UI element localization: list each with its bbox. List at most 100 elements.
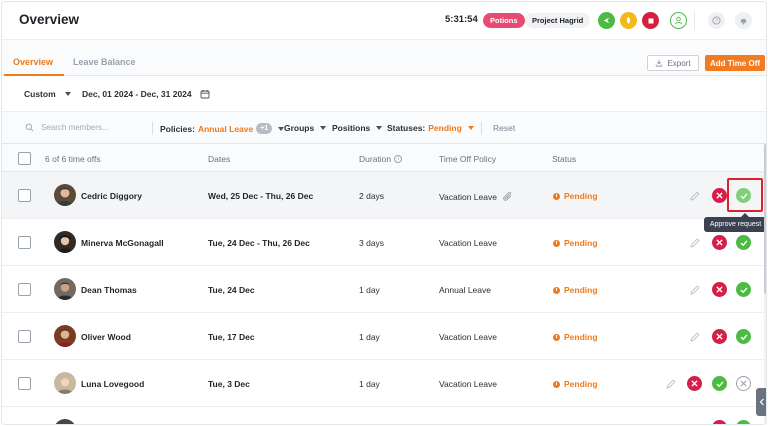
chevron-down-icon [320,126,327,130]
table-row[interactable]: Cedric Diggory Wed, 25 Dec - Thu, 26 Dec… [2,172,766,219]
filter-bar: Search members... Policies: Annual Leave… [2,111,766,143]
member-name[interactable]: Oliver Wood [81,332,131,342]
member-name[interactable]: Luna Lovegood [81,379,144,389]
approve-icon[interactable] [736,235,751,250]
pencil-icon[interactable] [687,188,702,203]
policies-filter[interactable]: Policies: Annual Leave +1 [160,123,285,134]
member-name[interactable]: Dean Thomas [81,285,137,295]
search-placeholder: Search members... [41,123,109,132]
date-range-label: Dec, 01 2024 - Dec, 31 2024 [82,89,192,99]
avatar [54,278,76,300]
reject-icon[interactable] [712,420,727,424]
status-label: Pending [564,332,598,342]
status-label: Pending [564,285,598,295]
tab-leave-balance[interactable]: Leave Balance [73,57,136,67]
calendar-icon [200,90,210,99]
avatar [54,325,76,347]
reject-icon[interactable] [687,376,702,391]
select-all-checkbox[interactable] [18,152,31,165]
table-row[interactable] [2,407,766,424]
help-icon[interactable]: ? [708,12,725,29]
pending-dot-icon [553,333,560,341]
reset-filters-button[interactable]: Reset [493,123,515,133]
row-checkbox[interactable] [18,236,31,249]
stop-icon[interactable] [642,12,659,29]
reject-icon[interactable] [712,282,727,297]
statuses-filter-label: Statuses: [387,123,426,133]
pencil-icon[interactable] [687,235,702,250]
reject-icon[interactable] [712,329,727,344]
export-button[interactable]: Export [647,55,699,71]
pending-dot-icon [553,239,560,247]
pending-dot-icon [553,192,560,200]
pending-dot-icon [553,380,560,388]
statuses-filter[interactable]: Statuses: Pending [387,123,474,133]
statuses-filter-value: Pending [428,123,462,133]
column-duration-label: Duration [359,154,392,164]
time-off-duration: 1 day [359,379,380,389]
groups-filter-label: Groups [284,123,315,133]
info-icon[interactable]: i [394,155,403,163]
table-row[interactable]: Dean Thomas Tue, 24 Dec 1 day Annual Lea… [2,266,766,313]
approve-tooltip: Approve request [704,213,766,232]
time-off-dates: Tue, 17 Dec [208,332,255,342]
row-checkbox[interactable] [18,283,31,296]
time-off-dates: Wed, 25 Dec - Thu, 26 Dec [208,191,314,201]
member-name[interactable]: Cedric Diggory [81,191,142,201]
approve-icon[interactable] [736,282,751,297]
tab-overview[interactable]: Overview [13,57,53,67]
pencil-icon[interactable] [687,329,702,344]
range-preset-select[interactable]: Custom [24,89,71,99]
active-tab-indicator [4,74,64,76]
date-range-picker[interactable]: Dec, 01 2024 - Dec, 31 2024 [82,89,210,99]
groups-filter[interactable]: Groups [284,123,327,133]
member-name[interactable]: Minerva McGonagall [81,238,164,248]
timer-play-icon[interactable] [598,12,615,29]
reject-icon[interactable] [712,188,727,203]
approve-icon[interactable] [736,420,751,424]
pencil-icon[interactable] [663,376,678,391]
approve-icon[interactable] [736,329,751,344]
range-preset-label: Custom [24,89,56,99]
chevron-down-icon [376,126,383,130]
table-row[interactable]: Minerva McGonagall Tue, 24 Dec - Thu, 26… [2,219,766,266]
project-chip-potions[interactable]: Potions [483,13,525,28]
panel-toggle-button[interactable] [756,388,766,416]
status-badge: Pending [553,191,598,201]
positions-filter[interactable]: Positions [332,123,383,133]
paperclip-icon[interactable] [502,191,513,202]
cancel-icon[interactable] [736,376,751,391]
column-duration[interactable]: Duration i [359,154,403,164]
timer-display: 5:31:54 [445,14,478,25]
time-off-policy: Vacation Leave [439,332,497,342]
pencil-icon[interactable] [687,282,702,297]
scrollbar-thumb[interactable] [764,144,766,294]
add-time-off-button[interactable]: Add Time Off [705,55,765,71]
time-off-policy: Vacation Leave [439,238,497,248]
policy-label: Annual Leave [439,285,491,295]
policies-extra-badge: +1 [256,123,273,134]
reject-icon[interactable] [712,235,727,250]
status-badge: Pending [553,285,598,295]
row-checkbox[interactable] [18,189,31,202]
search-input[interactable]: Search members... [25,123,109,132]
app-frame: Overview 5:31:54 Potions Project Hagrid … [1,1,767,425]
time-off-policy: Annual Leave [439,285,491,295]
user-icon[interactable] [670,12,687,29]
positions-filter-label: Positions [332,123,371,133]
policy-label: Vacation Leave [439,379,497,389]
status-label: Pending [564,379,598,389]
column-dates[interactable]: Dates [208,154,230,164]
approve-icon[interactable] [712,376,727,391]
table-row[interactable]: Luna Lovegood Tue, 3 Dec 1 day Vacation … [2,360,766,407]
column-policy[interactable]: Time Off Policy [439,154,496,164]
bell-icon[interactable] [735,12,752,29]
column-status[interactable]: Status [552,154,576,164]
project-chip-hagrid[interactable]: Project Hagrid [525,13,591,28]
row-checkbox[interactable] [18,330,31,343]
policy-label: Vacation Leave [439,332,497,342]
break-icon[interactable] [620,12,637,29]
table-row[interactable]: Oliver Wood Tue, 17 Dec 1 day Vacation L… [2,313,766,360]
row-checkbox[interactable] [18,377,31,390]
time-off-duration: 1 day [359,285,380,295]
